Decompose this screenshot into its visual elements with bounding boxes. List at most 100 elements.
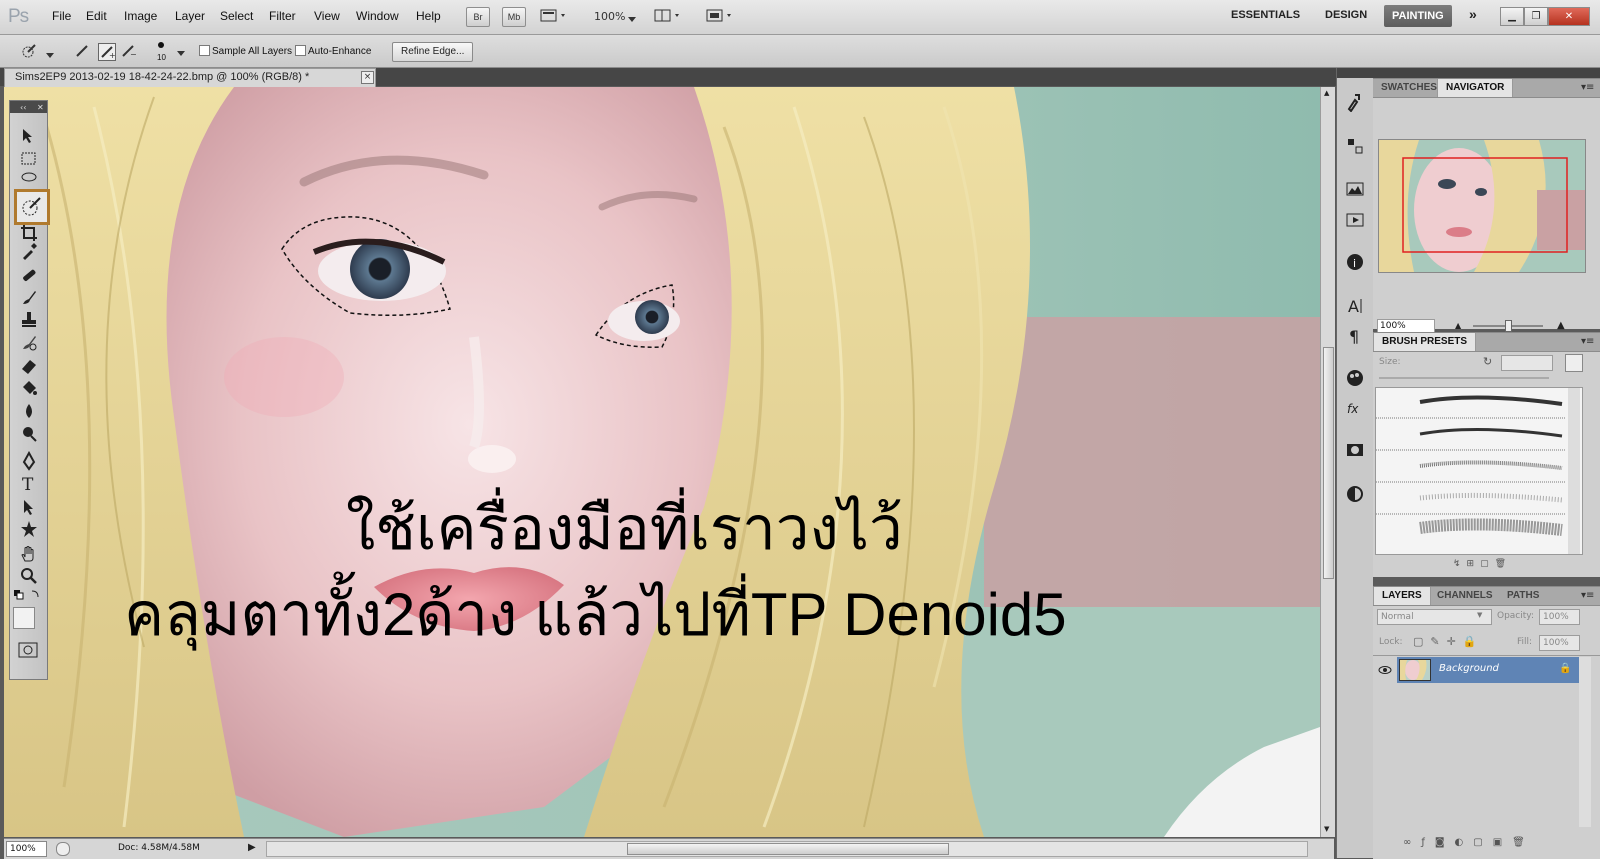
zoom-in-icon[interactable]: ▲: [1557, 320, 1565, 331]
navigator-zoom-slider-thumb[interactable]: [1505, 320, 1512, 332]
hand-tool-icon[interactable]: [19, 544, 39, 564]
brush-size-field[interactable]: [1501, 355, 1553, 371]
path-selection-tool-icon[interactable]: [19, 497, 39, 517]
default-colors-icon[interactable]: [14, 589, 42, 601]
menu-layer[interactable]: Layer: [175, 9, 205, 23]
workspace-essentials[interactable]: ESSENTIALS: [1231, 9, 1300, 21]
tools-panel-header[interactable]: ‹‹ ✕: [10, 101, 47, 113]
actions-icon[interactable]: [1345, 210, 1365, 230]
brush-picker-icon[interactable]: [1565, 354, 1583, 372]
eraser-tool-icon[interactable]: [19, 355, 39, 375]
clone-stamp-tool-icon[interactable]: [19, 310, 39, 330]
layer-visibility-eye-icon[interactable]: [1375, 657, 1395, 683]
clone-source-icon[interactable]: [1345, 136, 1365, 156]
blur-tool-icon[interactable]: [19, 401, 39, 421]
brush-size-value[interactable]: 10: [157, 53, 166, 62]
panels-header[interactable]: [1373, 68, 1600, 78]
fill-field[interactable]: 100%: [1539, 635, 1580, 651]
vertical-scroll-thumb[interactable]: [1323, 347, 1334, 579]
brush-dot-icon[interactable]: [158, 42, 164, 48]
status-menu-arrow-icon[interactable]: ▶: [248, 842, 256, 853]
menu-select[interactable]: Select: [220, 9, 253, 23]
scroll-down-icon[interactable]: ▼: [1324, 825, 1329, 833]
info-icon[interactable]: i: [1345, 252, 1365, 272]
zoom-out-icon[interactable]: ▲: [1455, 321, 1461, 330]
vertical-scrollbar[interactable]: ▲ ▼: [1320, 87, 1335, 837]
new-selection-icon[interactable]: [74, 43, 90, 59]
panel-menu-icon[interactable]: ▾≡: [1581, 336, 1594, 347]
quick-selection-preset-icon[interactable]: [20, 43, 36, 59]
menu-image[interactable]: Image: [124, 9, 157, 23]
auto-enhance-checkbox[interactable]: [295, 45, 306, 56]
crop-tool-icon[interactable]: [19, 223, 39, 243]
move-tool-icon[interactable]: [19, 126, 39, 146]
minimize-button[interactable]: ▁: [1500, 7, 1524, 26]
layer-row-background[interactable]: Background 🔒: [1397, 657, 1581, 683]
character-icon[interactable]: A: [1345, 296, 1365, 316]
history-brush-tool-icon[interactable]: [19, 333, 39, 353]
eyedropper-tool-icon[interactable]: [19, 241, 39, 261]
lock-icons[interactable]: ▢✎✛🔒: [1413, 635, 1484, 648]
sample-all-layers-checkbox[interactable]: [199, 45, 210, 56]
menu-file[interactable]: File: [52, 9, 71, 23]
panel-menu-icon[interactable]: ▾≡: [1581, 590, 1594, 601]
layers-footer-icons[interactable]: ∞ƒ◙◐▢▣🗑: [1403, 837, 1535, 848]
arrange-documents-icon[interactable]: [654, 8, 682, 24]
masks-icon[interactable]: [1345, 440, 1365, 460]
document-tab[interactable]: Sims2EP9 2013-02-19 18-42-24-22.bmp @ 10…: [4, 68, 376, 87]
image-canvas[interactable]: ใช้เครื่องมือที่เราวงไว้ คลุมตาทั้ง2ด้าง…: [4, 87, 1320, 837]
tab-brush-presets[interactable]: BRUSH PRESETS: [1373, 333, 1477, 351]
quick-mask-icon[interactable]: [18, 642, 38, 658]
brush-panel-footer-icons[interactable]: ↯⊞▢🗑: [1453, 559, 1512, 569]
bridge-button[interactable]: Br: [466, 7, 490, 27]
lasso-tool-icon[interactable]: [19, 169, 39, 189]
status-zoom-field[interactable]: 100%: [6, 841, 47, 857]
styles-fx-icon[interactable]: fx: [1345, 398, 1365, 418]
more-workspaces-button[interactable]: »: [1469, 6, 1477, 22]
screen-mode-icon[interactable]: [540, 8, 568, 24]
dodge-tool-icon[interactable]: [19, 424, 39, 444]
quick-selection-tool-highlight[interactable]: [14, 189, 50, 225]
reset-size-icon[interactable]: ↻: [1483, 355, 1492, 368]
navigator-zoom-field[interactable]: 100%: [1377, 319, 1435, 333]
layers-scrollbar[interactable]: [1579, 657, 1591, 827]
document-close-button[interactable]: ×: [361, 71, 374, 84]
tab-swatches[interactable]: SWATCHES: [1373, 79, 1445, 97]
panel-menu-icon[interactable]: ▾≡: [1581, 82, 1594, 93]
menu-filter[interactable]: Filter: [269, 9, 296, 23]
subtract-from-selection-icon[interactable]: −: [120, 43, 137, 59]
marquee-tool-icon[interactable]: [19, 149, 39, 169]
chevron-down-icon[interactable]: [46, 49, 54, 62]
add-to-selection-icon[interactable]: +: [98, 43, 116, 61]
layer-name[interactable]: Background: [1439, 663, 1499, 674]
tab-paths[interactable]: PATHS: [1499, 587, 1547, 605]
zoom-tool-icon[interactable]: [19, 566, 39, 586]
opacity-field[interactable]: 100%: [1539, 609, 1580, 625]
foreground-color-swatch[interactable]: [13, 607, 35, 629]
horizontal-scrollbar[interactable]: [266, 841, 1308, 857]
refine-edge-button[interactable]: Refine Edge...: [392, 42, 474, 62]
adjustments-icon[interactable]: [1345, 484, 1365, 504]
zoom-level[interactable]: 100%: [594, 10, 625, 23]
tool-presets-icon[interactable]: [1345, 92, 1365, 113]
pen-tool-icon[interactable]: [19, 450, 39, 471]
brush-tool-icon[interactable]: [19, 288, 39, 308]
scroll-up-icon[interactable]: ▲: [1324, 89, 1329, 97]
tab-channels[interactable]: CHANNELS: [1429, 587, 1501, 605]
color-icon[interactable]: [1345, 368, 1365, 388]
type-tool-icon[interactable]: T: [19, 473, 39, 495]
shape-tool-icon[interactable]: [19, 519, 39, 539]
brush-size-slider[interactable]: [1379, 377, 1549, 379]
close-button[interactable]: ✕: [1548, 7, 1590, 26]
blend-mode-select[interactable]: Normal: [1377, 609, 1492, 625]
chevron-down-icon[interactable]: [628, 13, 636, 22]
restore-button[interactable]: ❐: [1524, 7, 1548, 26]
menu-help[interactable]: Help: [416, 9, 441, 23]
workspace-design[interactable]: DESIGN: [1325, 9, 1367, 21]
navigator-thumbnail[interactable]: [1378, 139, 1586, 273]
chevron-down-icon[interactable]: ▼: [1477, 611, 1482, 619]
paragraph-icon[interactable]: ¶: [1345, 326, 1365, 346]
tab-layers[interactable]: LAYERS: [1373, 587, 1431, 605]
tab-navigator[interactable]: NAVIGATOR: [1437, 79, 1514, 97]
minibridge-button[interactable]: Mb: [502, 7, 526, 27]
